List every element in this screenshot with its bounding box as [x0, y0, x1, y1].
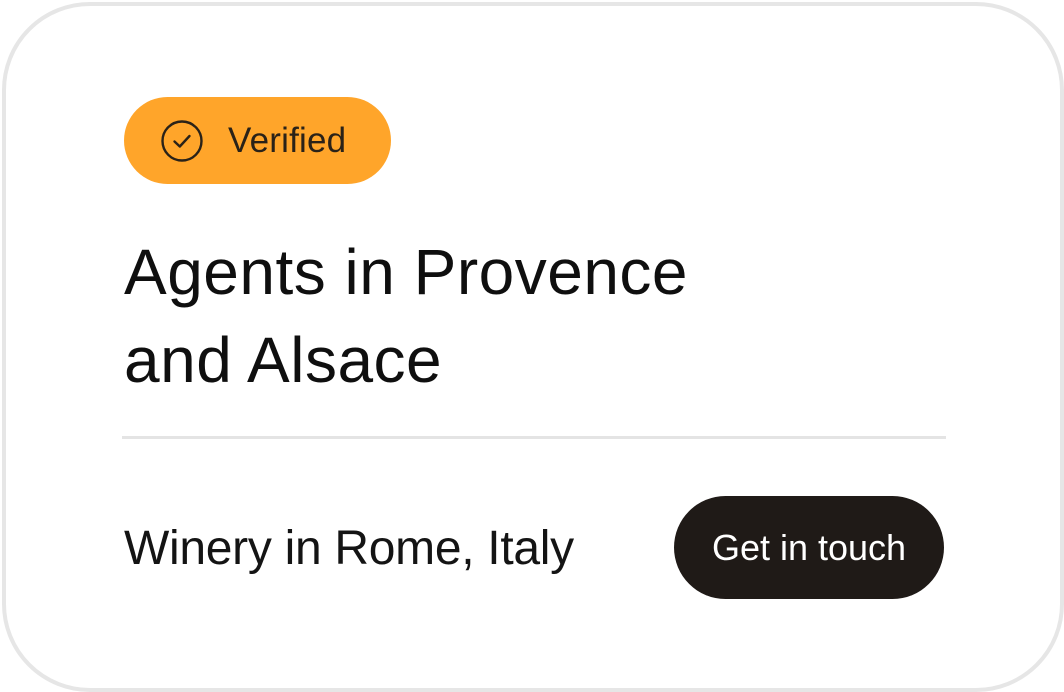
listing-title-line-2: and Alsace — [124, 324, 443, 396]
get-in-touch-button[interactable]: Get in touch — [674, 496, 944, 599]
listing-card: Verified Agents in Provence and Alsace W… — [2, 2, 1064, 692]
check-circle-icon — [160, 119, 204, 163]
listing-title: Agents in Provence and Alsace — [124, 228, 884, 404]
verified-badge: Verified — [124, 97, 391, 184]
listing-location: Winery in Rome, Italy — [124, 522, 574, 575]
divider — [122, 436, 946, 439]
listing-title-line-1: Agents in Provence — [124, 236, 688, 308]
verified-badge-label: Verified — [228, 120, 347, 160]
